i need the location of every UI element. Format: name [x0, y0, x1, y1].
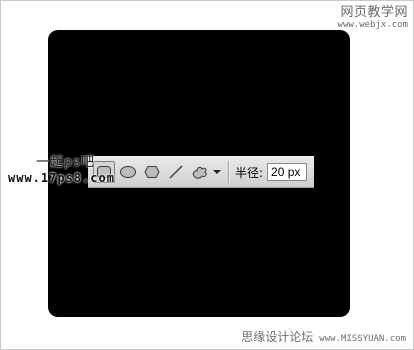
toolbar-divider — [228, 161, 230, 183]
watermark-top-cn: 网页教学网 — [340, 5, 408, 20]
watermark-side-cn: 一起ps吧 — [36, 155, 96, 170]
hexagon-icon — [144, 166, 160, 178]
polygon-tool[interactable] — [141, 161, 163, 183]
watermark-bottom-url: www.MISSYUAN.com — [319, 334, 406, 344]
watermark-bottom: 思缘设计论坛 www.MISSYUAN.com — [241, 331, 406, 344]
chevron-down-icon — [213, 170, 221, 174]
radius-input[interactable] — [267, 163, 308, 181]
radius-label: 半径: — [235, 165, 264, 180]
watermark-side-url: www.17ps8.com — [8, 171, 115, 185]
custom-shape-tool[interactable] — [189, 161, 211, 183]
watermark-top-url: www.webjx.com — [337, 20, 408, 30]
watermark-bottom-cn: 思缘设计论坛 — [241, 330, 314, 344]
line-tool[interactable] — [165, 161, 187, 183]
custom-shape-icon — [192, 166, 207, 179]
watermark-top: 网页教学网 www.webjx.com — [338, 6, 408, 30]
line-icon — [169, 165, 183, 179]
custom-shape-dropdown[interactable] — [212, 169, 222, 175]
watermark-side: 一起ps吧 www.17ps8.com — [8, 156, 115, 184]
